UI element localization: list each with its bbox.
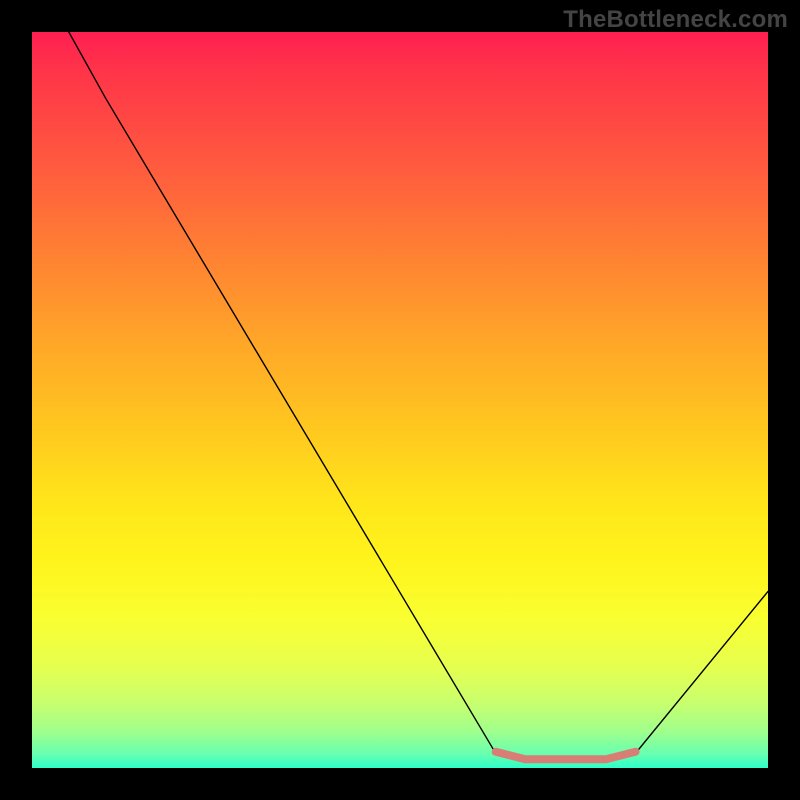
chart-svg: [32, 32, 768, 768]
plot-area: [32, 32, 768, 768]
chart-frame: TheBottleneck.com: [0, 0, 800, 800]
series-group: [69, 32, 768, 761]
series-bottom-highlight: [496, 752, 636, 759]
watermark-text: TheBottleneck.com: [563, 6, 788, 34]
series-curve: [69, 32, 768, 761]
